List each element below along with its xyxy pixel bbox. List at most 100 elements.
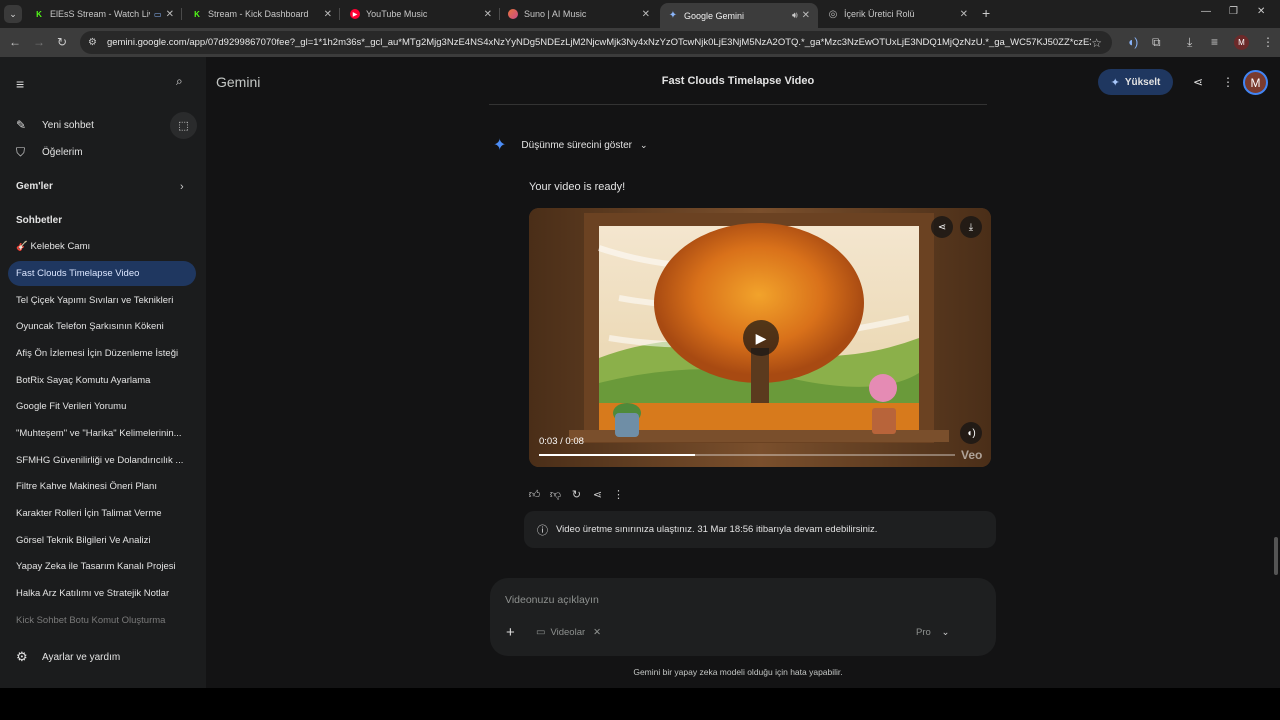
chevron-right-icon[interactable]: › bbox=[180, 181, 184, 193]
chat-item[interactable]: "Muhteşem" ve "Harika" Kelimelerinin... bbox=[8, 421, 196, 446]
info-icon: ⓘ bbox=[537, 524, 548, 537]
sparkle-icon: ✦ bbox=[1110, 76, 1120, 89]
kick-icon: K bbox=[194, 9, 200, 19]
chat-item[interactable]: Görsel Teknik Bilgileri Ve Analizi bbox=[8, 528, 196, 553]
video-tool-icon: ▭ bbox=[536, 627, 546, 638]
chat-item[interactable]: Afiş Ön İzlemesi İçin Düzenleme İsteği bbox=[8, 341, 196, 366]
browser-profile-avatar[interactable]: M bbox=[1234, 35, 1249, 50]
youtube-music-icon: ▶ bbox=[350, 9, 360, 19]
share-icon[interactable]: ⋖ bbox=[587, 488, 608, 501]
chat-item[interactable]: Tel Çiçek Yapımı Sıvıları ve Teknikleri bbox=[8, 288, 196, 313]
browser-tab-active[interactable]: ✦ Google Gemini 🔊︎ ✕ bbox=[660, 3, 818, 28]
globe-icon: ◎ bbox=[828, 8, 838, 20]
forward-icon[interactable]: → bbox=[33, 35, 45, 49]
avatar[interactable]: M bbox=[1243, 70, 1268, 95]
chevron-down-icon: ⌄ bbox=[941, 627, 950, 638]
browser-toolbar: ← → ↻ ⚙ gemini.google.com/app/07d9299867… bbox=[0, 28, 1280, 57]
add-attachment-icon[interactable]: + bbox=[506, 624, 515, 641]
browser-tab[interactable]: Suno | AI Music ✕ bbox=[500, 3, 658, 25]
gems-heading[interactable]: Gem'ler bbox=[16, 181, 53, 192]
edit-icon: ✎ bbox=[16, 118, 27, 132]
share-icon[interactable]: ⋖ bbox=[1193, 75, 1203, 89]
settings-help-button[interactable]: ⚙ Ayarlar ve yardım bbox=[16, 649, 120, 665]
video-time: 0:03 / 0:08 bbox=[539, 436, 584, 447]
new-tab-button[interactable]: + bbox=[982, 5, 990, 21]
close-tab-icon[interactable]: ✕ bbox=[960, 9, 968, 20]
close-tab-icon[interactable]: ✕ bbox=[802, 10, 810, 21]
video-download-icon[interactable]: ⤓ bbox=[960, 216, 982, 238]
remove-tool-icon[interactable]: ✕ bbox=[593, 627, 601, 638]
extensions-icon[interactable]: ⧉ bbox=[1152, 35, 1161, 50]
gear-icon: ⚙ bbox=[16, 649, 28, 664]
url-text: gemini.google.com/app/07d9299867070fee?_… bbox=[106, 37, 1092, 48]
tab-search-button[interactable]: ⌄ bbox=[4, 5, 22, 23]
show-thinking-toggle[interactable]: ✦ Düşünme sürecini göster ⌄ bbox=[493, 135, 648, 155]
chat-item[interactable]: Yapay Zeka ile Tasarım Kanalı Projesi bbox=[8, 554, 196, 579]
videos-tool-chip[interactable]: ▭ Videolar ✕ bbox=[536, 627, 601, 638]
chat-item[interactable]: Kick Sohbet Botu Komut Oluşturma bbox=[8, 608, 196, 633]
chat-item[interactable]: Filtre Kahve Makinesi Öneri Planı bbox=[8, 474, 196, 499]
restore-icon[interactable]: ❐ bbox=[1229, 6, 1238, 17]
regenerate-icon[interactable]: ↻ bbox=[566, 488, 587, 501]
speaker-icon[interactable]: 🔊︎ bbox=[792, 10, 798, 21]
my-items-link[interactable]: ⛉ Öğelerim bbox=[16, 145, 83, 160]
browser-tab[interactable]: K ElEsS Stream - Watch Live ▭ ✕ bbox=[26, 3, 182, 25]
read-aloud-icon[interactable]: ◖) bbox=[1127, 35, 1138, 49]
main-menu-icon[interactable]: ≡ bbox=[16, 76, 24, 92]
more-options-icon[interactable]: ⋮ bbox=[608, 488, 629, 501]
video-share-icon[interactable]: ⋖ bbox=[931, 216, 953, 238]
chat-item[interactable]: Halka Arz Katılımı ve Stratejik Notlar bbox=[8, 581, 196, 606]
video-progress-fill bbox=[539, 454, 695, 456]
browser-tab-strip: ⌄ K ElEsS Stream - Watch Live ▭ ✕ K Stre… bbox=[0, 0, 1280, 28]
tab-separator bbox=[181, 8, 182, 20]
search-icon[interactable]: ⌕ bbox=[176, 74, 183, 89]
close-tab-icon[interactable]: ✕ bbox=[324, 9, 332, 20]
chats-heading: Sohbetler bbox=[16, 215, 63, 226]
chat-item[interactable]: BotRix Sayaç Komutu Ayarlama bbox=[8, 368, 196, 393]
prompt-input[interactable]: Videonuzu açıklayın bbox=[505, 594, 599, 606]
minimize-icon[interactable]: — bbox=[1201, 6, 1211, 17]
video-progress-bar[interactable] bbox=[539, 454, 955, 456]
browser-tab[interactable]: ◎ İçerik Üretici Rolü ✕ bbox=[820, 3, 976, 25]
video-player[interactable]: ⋖ ⤓ ▶ 0:03 / 0:08 ◖) Veo bbox=[529, 208, 991, 467]
play-button[interactable]: ▶ bbox=[743, 320, 779, 356]
response-actions: 👍︎ 👎︎ ↻ ⋖ ⋮ bbox=[524, 488, 629, 501]
close-tab-icon[interactable]: ✕ bbox=[642, 9, 650, 20]
cast-icon: ▭ bbox=[154, 9, 162, 19]
site-info-icon[interactable]: ⚙ bbox=[88, 37, 97, 48]
close-tab-icon[interactable]: ✕ bbox=[166, 9, 174, 20]
model-selector[interactable]: Pro ⌄ bbox=[916, 627, 949, 638]
close-tab-icon[interactable]: ✕ bbox=[484, 9, 492, 20]
window-close-icon[interactable]: ✕ bbox=[1257, 6, 1265, 17]
chat-item[interactable]: SFMHG Güvenilirliği ve Dolandırıcılık ..… bbox=[8, 448, 196, 473]
media-controls-icon[interactable]: ≡ bbox=[1211, 35, 1218, 49]
new-chat-button[interactable]: ✎ Yeni sohbet bbox=[16, 118, 94, 132]
thumbs-down-icon[interactable]: 👎︎ bbox=[545, 488, 566, 501]
scrollbar[interactable] bbox=[1274, 537, 1278, 575]
temporary-chat-button[interactable]: ⬚ bbox=[170, 112, 197, 139]
chevron-down-icon: ⌄ bbox=[640, 139, 648, 150]
volume-icon[interactable]: ◖) bbox=[960, 422, 982, 444]
response-text: Your video is ready! bbox=[529, 181, 626, 193]
chat-item[interactable]: Oyuncak Telefon Şarkısının Kökeni bbox=[8, 314, 196, 339]
download-icon[interactable]: ⤓ bbox=[1187, 35, 1192, 50]
bookmark-star-icon[interactable]: ☆ bbox=[1091, 36, 1102, 50]
thumbs-up-icon[interactable]: 👍︎ bbox=[524, 488, 545, 501]
chat-item[interactable]: Karakter Rolleri İçin Talimat Verme bbox=[8, 501, 196, 526]
chat-item-active[interactable]: Fast Clouds Timelapse Video bbox=[8, 261, 196, 286]
browser-menu-icon[interactable]: ⋮ bbox=[1262, 35, 1274, 49]
divider bbox=[489, 104, 987, 105]
limit-notice: ⓘ Video üretme sınırınıza ulaştınız. 31 … bbox=[524, 511, 996, 548]
tab-separator bbox=[339, 8, 340, 20]
reload-icon[interactable]: ↻ bbox=[57, 35, 67, 49]
browser-tab[interactable]: K Stream - Kick Dashboard ✕ bbox=[184, 3, 340, 25]
disclaimer: Gemini bir yapay zeka modeli olduğu için… bbox=[633, 667, 843, 677]
suno-icon bbox=[508, 9, 518, 19]
more-options-icon[interactable]: ⋮ bbox=[1222, 75, 1234, 89]
back-icon[interactable]: ← bbox=[9, 35, 21, 49]
address-bar[interactable]: ⚙ gemini.google.com/app/07d9299867070fee… bbox=[80, 31, 1112, 54]
upgrade-button[interactable]: ✦ Yükselt bbox=[1098, 69, 1173, 95]
chat-item[interactable]: Google Fit Verileri Yorumu bbox=[8, 394, 196, 419]
chat-item[interactable]: 🎸 Kelebek Camı bbox=[8, 234, 196, 259]
browser-tab[interactable]: ▶ YouTube Music ✕ bbox=[342, 3, 500, 25]
